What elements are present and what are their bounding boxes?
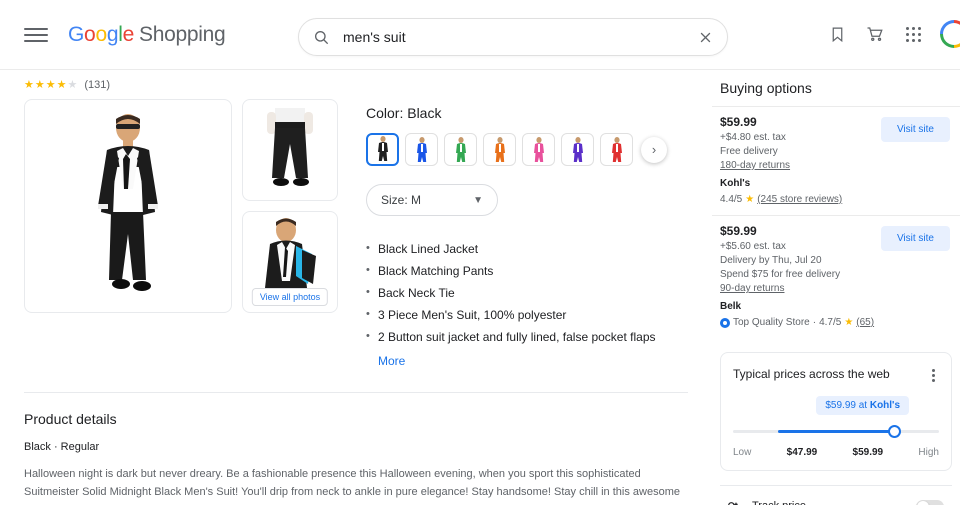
size-dropdown-label: Size: M <box>381 193 422 207</box>
google-shopping-logo[interactable]: Google Shopping <box>68 22 226 47</box>
offer-delivery: Delivery by Thu, Jul 20 <box>720 255 822 266</box>
feature-list: Black Lined Jacket Black Matching Pants … <box>366 242 688 344</box>
main-product-image[interactable] <box>24 99 232 313</box>
search-input[interactable] <box>343 29 690 45</box>
section-divider <box>24 392 688 393</box>
app-header: Google Shopping <box>0 0 960 70</box>
product-details-section: Product details Black · Regular Hallowee… <box>24 411 688 505</box>
track-price-text: Track price Get notified when the price … <box>752 500 914 505</box>
store-reviews-link[interactable]: (65) <box>856 317 874 328</box>
bell-plus-icon <box>724 500 740 505</box>
list-item: Black Lined Jacket <box>366 242 688 256</box>
visit-site-button[interactable]: Visit site <box>880 117 950 142</box>
offer-row-kohls: $59.99 +$4.80 est. tax Free delivery 180… <box>712 106 960 215</box>
top-quality-store-icon <box>720 317 730 328</box>
thumbnail-list: View all photos <box>242 99 338 370</box>
rating-count: (131) <box>84 78 111 91</box>
close-icon[interactable] <box>690 30 713 45</box>
track-price-section: Track price Get notified when the price … <box>720 485 952 505</box>
offer-delivery: Free delivery <box>720 146 778 157</box>
search-icon <box>313 29 329 45</box>
page-title: Product details <box>24 411 117 427</box>
offer-store-rating: Top Quality Store · 4.7/5 ★ (65) <box>720 317 952 328</box>
chevron-right-icon[interactable]: › <box>641 136 667 163</box>
color-swatch-list: › <box>366 133 688 166</box>
visit-site-button[interactable]: Visit site <box>880 226 950 251</box>
track-price-title: Track price <box>752 500 914 505</box>
separator: · <box>812 317 817 328</box>
slider-low-label: Low <box>733 447 752 458</box>
slider-high-value: $59.99 <box>852 447 884 458</box>
offer-returns[interactable]: 180-day returns <box>720 160 952 171</box>
product-main-column: ★★★★★ (131) View all photos Color: Black… <box>0 70 712 505</box>
star-rating-icon: ★★★★★ <box>24 79 79 91</box>
typical-prices-title: Typical prices across the web <box>733 367 890 381</box>
color-swatch-black[interactable] <box>366 133 399 166</box>
header-icon-group <box>826 20 960 48</box>
store-rating-value: 4.4/5 <box>720 194 743 205</box>
price-range-slider[interactable] <box>733 425 939 439</box>
store-reviews-link[interactable]: (245 store reviews) <box>757 194 842 205</box>
product-gallery: View all photos Color: Black › Size: M ▼… <box>24 99 688 370</box>
color-swatch-pink[interactable] <box>522 133 555 166</box>
view-all-photos-button[interactable]: View all photos <box>251 288 329 306</box>
more-options-icon[interactable] <box>928 367 939 384</box>
offer-row-belk: $59.99 +$5.60 est. tax Delivery by Thu, … <box>712 215 960 338</box>
tooltip-price: $59.99 at <box>825 400 870 411</box>
thumbnail-jacket-open[interactable]: View all photos <box>242 211 338 313</box>
product-options: Color: Black › Size: M ▼ • Black Lined J… <box>366 99 688 370</box>
slider-handle[interactable] <box>887 425 901 438</box>
thumbnail-pants[interactable] <box>242 99 338 201</box>
typical-prices-header: Typical prices across the web <box>733 367 939 384</box>
star-icon: ★ <box>844 317 854 328</box>
list-item: Back Neck Tie <box>366 286 688 300</box>
color-swatch-red[interactable] <box>600 133 633 166</box>
product-description: Halloween night is dark but never dreary… <box>24 468 680 505</box>
size-dropdown[interactable]: Size: M ▼ <box>366 184 498 216</box>
color-swatch-green[interactable] <box>444 133 477 166</box>
typical-prices-card: Typical prices across the web $59.99 at … <box>720 352 952 471</box>
bookmark-icon[interactable] <box>826 23 848 45</box>
slider-low-value: $47.99 <box>786 447 818 458</box>
star-icon: ★ <box>745 194 755 205</box>
color-swatch-orange[interactable] <box>483 133 516 166</box>
list-item: 3 Piece Men's Suit, 100% polyester <box>366 308 688 322</box>
product-rating: ★★★★★ (131) <box>24 70 688 95</box>
buying-options-panel: Buying options $59.99 +$4.80 est. tax Fr… <box>712 70 960 505</box>
slider-track-fill <box>778 430 892 433</box>
product-variant-summary: Black · Regular <box>24 441 100 453</box>
list-item: Black Matching Pants <box>366 264 688 278</box>
list-item: 2 Button suit jacket and fully lined, fa… <box>366 330 688 344</box>
chevron-down-icon: ▼ <box>473 194 483 206</box>
offer-store-rating: 4.4/5 ★ (245 store reviews) <box>720 194 952 205</box>
more-link[interactable]: More <box>366 354 405 368</box>
slider-labels: Low $47.99 $59.99 High <box>733 447 939 458</box>
brand-shopping-label: Shopping <box>138 22 226 46</box>
offer-merchant: Kohl's <box>720 178 751 189</box>
apps-grid-icon[interactable] <box>902 23 924 45</box>
search-bar[interactable] <box>298 18 728 56</box>
page-body: ★★★★★ (131) View all photos Color: Black… <box>0 70 960 505</box>
slider-high-label: High <box>918 447 939 458</box>
track-price-toggle[interactable] <box>916 500 944 505</box>
price-tooltip: $59.99 at Kohl's <box>816 396 909 415</box>
hamburger-icon[interactable] <box>24 23 48 47</box>
tooltip-store: Kohl's <box>869 400 900 411</box>
store-rating-value: 4.7/5 <box>819 317 842 328</box>
color-swatch-purple[interactable] <box>561 133 594 166</box>
color-swatch-blue[interactable] <box>405 133 438 166</box>
avatar[interactable] <box>940 20 960 48</box>
offer-merchant: Belk <box>720 301 742 312</box>
buying-options-title: Buying options <box>720 80 812 96</box>
color-label: Color: Black <box>366 105 442 121</box>
shopping-cart-icon[interactable] <box>864 23 886 45</box>
top-quality-store-label: Top Quality Store <box>733 317 810 328</box>
offer-free-delivery-note: Spend $75 for free delivery <box>720 269 841 280</box>
offer-returns[interactable]: 90-day returns <box>720 283 952 294</box>
